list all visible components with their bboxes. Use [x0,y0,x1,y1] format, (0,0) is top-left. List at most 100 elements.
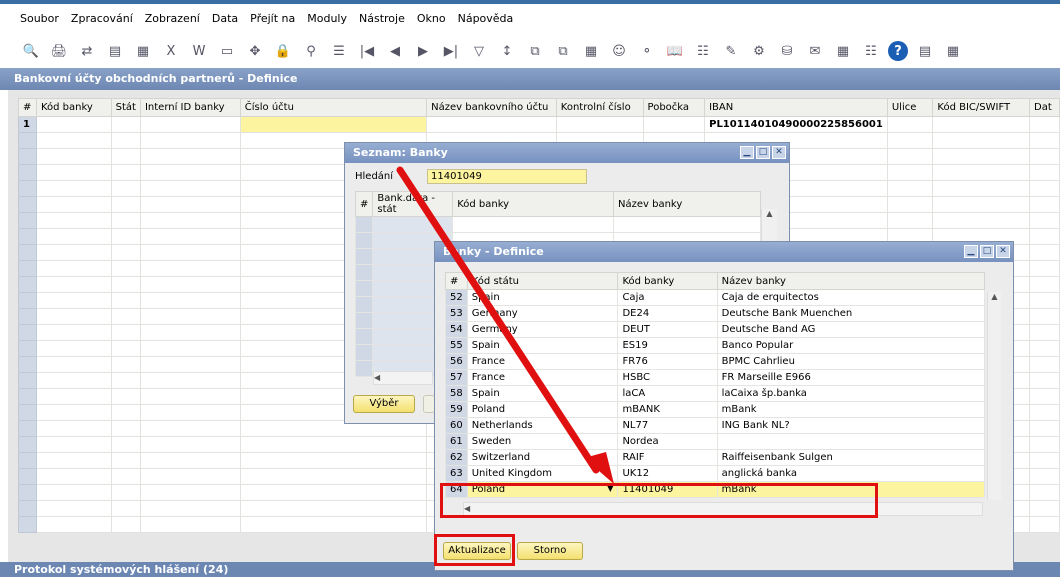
column-header[interactable]: Kód banky [35,98,112,117]
table-cell[interactable]: France [466,369,619,386]
table-cell[interactable] [1029,388,1060,405]
table-cell[interactable]: France [466,353,619,370]
minimize-icon[interactable]: ▁ [740,146,754,159]
table-cell[interactable] [110,356,141,373]
table-cell[interactable] [110,372,141,389]
menu-item[interactable]: Nástroje [353,12,411,25]
table-cell[interactable] [35,468,112,485]
menu-item[interactable]: Nápověda [452,12,520,25]
form-icon[interactable]: ☰ [328,40,350,62]
table-cell[interactable] [139,372,241,389]
column-header[interactable]: Kód BIC/SWIFT [932,98,1031,117]
print-icon[interactable]: 🖨 [48,40,70,62]
table-cell[interactable]: ING Bank NL? [716,417,986,434]
table-row[interactable]: 56 France FR76 BPMC Cahrlieu [445,353,986,370]
column-header[interactable]: Stát [110,98,141,117]
table-cell[interactable] [139,276,241,293]
column-header[interactable]: Pobočka [642,98,706,117]
table-cell[interactable] [1029,452,1060,469]
users-icon[interactable]: ☺ [608,40,630,62]
table-cell[interactable] [139,484,241,501]
table-cell[interactable] [18,308,37,325]
table-cell[interactable]: PL10114010490000225856001 [704,116,888,133]
extra1-icon[interactable]: ▤ [914,40,936,62]
select-button[interactable]: Výběr [353,395,415,413]
table-cell[interactable] [110,164,141,181]
table-cell[interactable] [110,196,141,213]
table-cell[interactable] [139,196,241,213]
table-cell[interactable] [354,344,374,361]
table-cell[interactable] [110,404,141,421]
table-cell[interactable]: Deutsche Band AG [716,321,986,338]
table-cell[interactable] [886,148,934,165]
preview-icon[interactable]: 🔍 [20,40,42,62]
table-cell[interactable] [354,280,374,297]
table-cell[interactable] [18,436,37,453]
table-cell[interactable] [886,164,934,181]
table-cell[interactable]: 56 [445,353,468,370]
table-cell[interactable] [354,264,374,281]
settings-icon[interactable]: ⚙ [748,40,770,62]
table-cell[interactable] [139,260,241,277]
table-cell[interactable]: HSBC [617,369,718,386]
table-cell[interactable] [110,116,141,133]
last-icon[interactable]: ▶| [440,40,462,62]
table-cell[interactable]: Raiffeisenbank Sulgen [716,449,986,466]
table-cell[interactable]: UK12 [617,465,718,482]
table-cell[interactable] [35,132,112,149]
table-cell[interactable]: mBANK [617,401,718,418]
scroll-left-icon[interactable]: ◀ [374,373,380,382]
column-header[interactable]: Kód banky [452,191,615,217]
close-icon[interactable]: ✕ [996,245,1010,258]
table-cell[interactable] [110,276,141,293]
help-icon[interactable]: ? [888,41,908,61]
table-cell[interactable]: Switzerland [466,449,619,466]
table-cell[interactable] [555,116,644,133]
table-cell[interactable] [35,212,112,229]
table-cell[interactable] [716,433,986,450]
sort-icon[interactable]: ↕ [496,40,518,62]
table-cell[interactable] [35,436,112,453]
table-cell[interactable] [613,216,761,233]
table-cell[interactable] [110,436,141,453]
table-cell[interactable] [1029,228,1060,245]
table-cell[interactable] [18,484,37,501]
menu-item[interactable]: Soubor [14,12,65,25]
table-cell[interactable] [110,180,141,197]
table-cell[interactable]: BPMC Cahrlieu [716,353,986,370]
prev-icon[interactable]: ◀ [384,40,406,62]
table-cell[interactable] [139,500,241,517]
table-cell[interactable] [932,116,1031,133]
table-cell[interactable] [1029,372,1060,389]
table-cell[interactable] [35,500,112,517]
table-cell[interactable] [239,516,428,533]
column-header[interactable]: Číslo účtu [239,98,428,117]
table-cell[interactable] [239,116,428,133]
table-row[interactable]: 53 Germany DE24 Deutsche Bank Muenchen [445,305,986,322]
table-cell[interactable] [110,132,141,149]
table-cell[interactable] [35,372,112,389]
table-cell[interactable]: 59 [445,401,468,418]
table-cell[interactable]: FR Marseille E966 [716,369,986,386]
table-row[interactable]: 55 Spain ES19 Banco Popular [445,337,986,354]
bank-list-hscroll[interactable]: ◀ [373,371,433,385]
table-cell[interactable] [1029,404,1060,421]
table-cell[interactable]: DE24 [617,305,718,322]
pdf-icon[interactable]: ▤ [104,40,126,62]
table-cell[interactable]: NL77 [617,417,718,434]
table-cell[interactable]: 52 [445,289,468,306]
table-row[interactable]: 1 PL10114010490000225856001 [18,116,1060,133]
table-cell[interactable] [35,324,112,341]
table-row[interactable]: 60 Netherlands NL77 ING Bank NL? [445,417,986,434]
table-cell[interactable] [139,324,241,341]
table-cell[interactable] [18,212,37,229]
menu-item[interactable]: Data [206,12,244,25]
table-cell[interactable] [18,244,37,261]
table-cell[interactable] [18,324,37,341]
table-row[interactable]: 59 Poland mBANK mBank [445,401,986,418]
table-cell[interactable] [139,180,241,197]
table-cell[interactable] [139,244,241,261]
table-cell[interactable] [1029,260,1060,277]
table-cell[interactable] [18,516,37,533]
column-header[interactable]: Bank.data - stát [372,191,454,217]
